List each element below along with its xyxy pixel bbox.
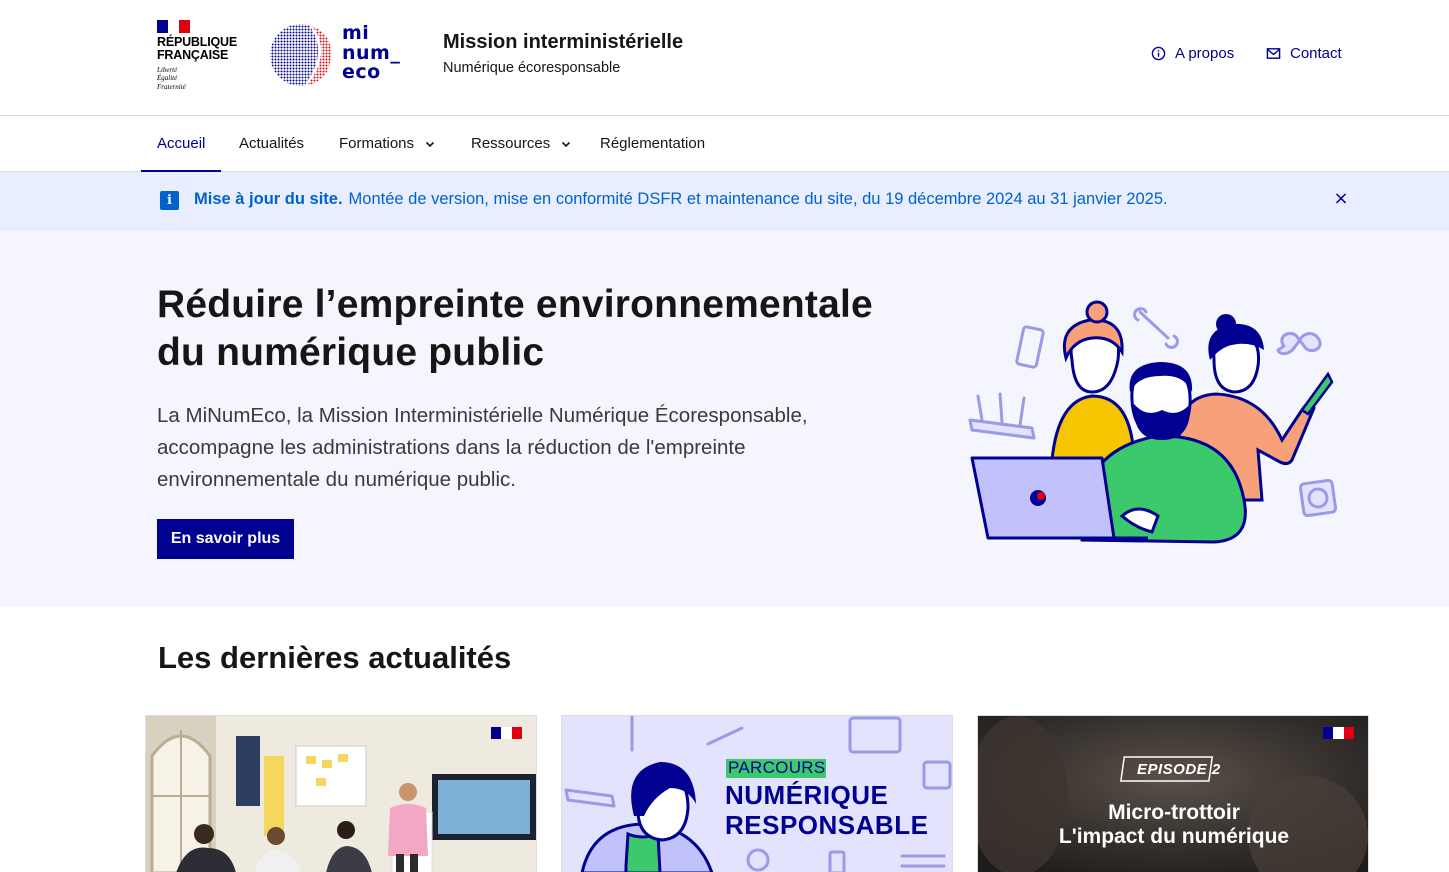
minumeco-wordmark: mi num_ eco <box>342 22 400 83</box>
marianne-flag-icon <box>491 727 522 739</box>
contact-link[interactable]: Contact <box>1266 45 1342 62</box>
info-icon: i <box>160 191 179 210</box>
wordmark-line: eco <box>342 61 381 83</box>
news-section-title: Les dernières actualités <box>158 640 512 675</box>
contact-link-label: Contact <box>1290 45 1342 62</box>
nav-item-reglementation[interactable]: Réglementation <box>600 116 705 171</box>
learn-more-button[interactable]: En savoir plus <box>157 519 294 559</box>
site-notice: i Mise à jour du site. Montée de version,… <box>0 172 1449 231</box>
marianne-flag-icon <box>1323 727 1354 739</box>
republic-line: FRANÇAISE <box>157 48 229 62</box>
headline-line: Micro-trottoir <box>1108 801 1240 824</box>
minumeco-globe-icon[interactable] <box>268 22 338 88</box>
news-card[interactable]: EPISODE 2 Micro-trottoir L'impact du num… <box>977 715 1369 872</box>
hero-title: Réduire l’empreinte environnementale du … <box>157 281 957 377</box>
parcours-headline: NUMÉRIQUE RESPONSABLE <box>725 780 928 840</box>
hero-lead-line: environnementale du numérique public. <box>157 468 516 491</box>
headline-line: RESPONSABLE <box>725 810 929 840</box>
nav-item-formations[interactable]: Formations <box>339 116 436 171</box>
marianne-flag-icon <box>157 20 190 33</box>
chevron-down-icon <box>562 141 571 147</box>
nav-item-accueil[interactable]: Accueil <box>140 116 222 172</box>
headline-line: NUMÉRIQUE <box>725 780 889 810</box>
nav-item-actualites[interactable]: Actualités <box>239 116 304 171</box>
site-header: RÉPUBLIQUE FRANÇAISE Liberté Égalité Fra… <box>0 0 1449 116</box>
motto-line: Fraternité <box>157 82 186 91</box>
chevron-down-icon <box>425 141 435 147</box>
team-illustration <box>968 300 1338 544</box>
about-link-label: A propos <box>1175 45 1235 62</box>
news-card[interactable] <box>145 715 537 872</box>
service-tagline: Numérique écoresponsable <box>443 60 621 76</box>
headline-line: L'impact du numérique <box>1058 825 1290 848</box>
nav-item-label: Réglementation <box>600 135 706 152</box>
nav-item-label: Ressources <box>471 135 551 152</box>
notice-text: Mise à jour du site. Montée de version, m… <box>194 190 1168 209</box>
hero-title-line: Réduire l’empreinte environnementale <box>157 283 873 326</box>
info-circle-icon <box>1151 46 1166 61</box>
training-room-photo <box>146 716 536 872</box>
nav-item-label: Actualités <box>239 135 305 152</box>
hero-title-line: du numérique public <box>157 331 545 374</box>
nav-item-label: Accueil <box>157 135 206 152</box>
notice-body: Montée de version, mise en conformité DS… <box>348 190 1168 208</box>
hero-lead-line: La MiNumEco, la Mission Interministériel… <box>157 404 808 427</box>
episode-label: EPISODE 2 <box>1137 761 1221 778</box>
notice-title: Mise à jour du site. <box>194 190 343 208</box>
service-title[interactable]: Mission interministérielle <box>443 31 683 54</box>
close-icon[interactable]: × <box>1333 190 1349 208</box>
video-headline: Micro-trottoir L'impact du numérique <box>978 801 1368 849</box>
hero-lead: La MiNumEco, la Mission Interministériel… <box>157 400 877 496</box>
news-card[interactable]: PARCOURS NUMÉRIQUE RESPONSABLE <box>561 715 953 872</box>
republique-francaise-logo[interactable]: RÉPUBLIQUE FRANÇAISE <box>157 36 237 62</box>
wordmark-line: mi <box>342 22 370 44</box>
motto-line: Égalité <box>157 74 178 83</box>
republic-motto: Liberté Égalité Fraternité <box>157 66 186 91</box>
parcours-tag: PARCOURS <box>728 758 826 777</box>
hero-lead-line: accompagne les administrations dans la r… <box>157 436 746 459</box>
nav-item-ressources[interactable]: Ressources <box>471 116 572 171</box>
nav-item-label: Formations <box>339 135 415 152</box>
motto-line: Liberté <box>157 66 178 74</box>
about-link[interactable]: A propos <box>1151 45 1234 62</box>
mail-icon <box>1266 48 1281 59</box>
main-navigation: Accueil Actualités Formations Ressources… <box>0 116 1449 172</box>
